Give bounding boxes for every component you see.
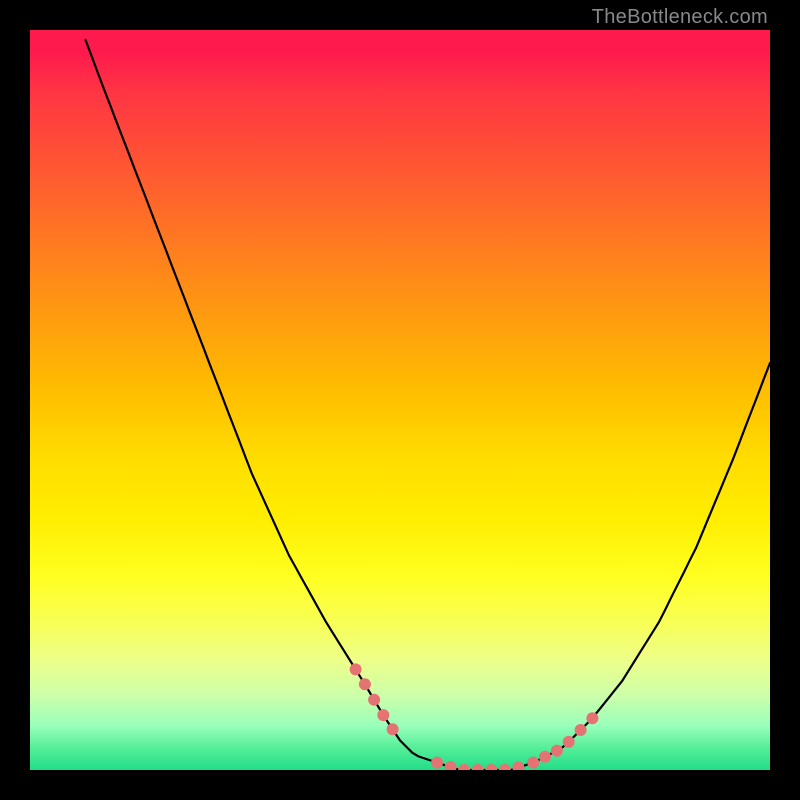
data-point (368, 694, 380, 706)
chart-container: TheBottleneck.com (0, 0, 800, 800)
dots-right (527, 712, 598, 768)
data-point (512, 762, 524, 771)
data-point (458, 764, 470, 770)
data-point (586, 712, 598, 724)
data-point (431, 757, 443, 769)
data-point (575, 724, 587, 736)
data-point (563, 736, 575, 748)
dots-bottom (431, 757, 524, 770)
data-point (539, 751, 551, 763)
plot-area (30, 30, 770, 770)
data-point (387, 723, 399, 735)
watermark-text: TheBottleneck.com (592, 6, 768, 29)
data-point (485, 764, 497, 770)
data-point (359, 678, 371, 690)
bottleneck-curve (86, 40, 771, 770)
data-point (499, 764, 511, 770)
data-point (472, 764, 484, 770)
curve-svg (30, 30, 770, 770)
dots-left (350, 663, 399, 735)
data-point (527, 757, 539, 769)
data-point (350, 663, 362, 675)
data-point (377, 709, 389, 721)
data-point (551, 745, 563, 757)
data-point (445, 761, 457, 770)
